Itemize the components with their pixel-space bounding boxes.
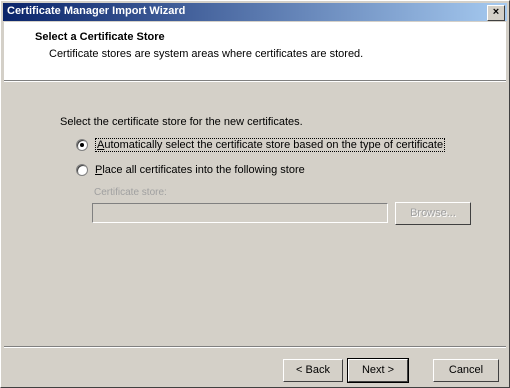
radio-unchecked-icon[interactable] [76,164,88,176]
page-description: Certificate stores are system areas wher… [49,48,364,60]
close-icon: × [492,6,500,18]
footer-divider [4,346,506,348]
title-bar[interactable]: Certificate Manager Import Wizard × [3,3,507,21]
next-button[interactable]: Next > [347,358,409,383]
option-text: utomatically select the certificate stor… [104,139,444,151]
certificate-store-label: Certificate store: [94,187,167,198]
cancel-button[interactable]: Cancel [433,359,499,382]
auto-select-store-label: Automatically select the certificate sto… [95,138,446,152]
back-button[interactable]: < Back [283,359,343,382]
place-in-store-label: Place all certificates into the followin… [95,164,305,176]
back-button-label: < Back [296,364,330,376]
place-in-store-radio[interactable]: Place all certificates into the followin… [76,164,305,176]
certificate-store-field [92,203,388,223]
browse-button: Browse... [395,202,471,225]
radio-checked-icon[interactable] [76,139,88,151]
auto-select-store-radio[interactable]: Automatically select the certificate sto… [76,138,446,152]
wizard-header: Select a Certificate Store Certificate s… [4,22,506,80]
option-text: lace all certificates into the following… [102,164,305,176]
cancel-button-label: Cancel [448,364,484,376]
instruction-text: Select the certificate store for the new… [60,116,303,128]
next-button-label: Next > [361,364,395,376]
window-title: Certificate Manager Import Wizard [7,5,186,17]
wizard-window: Certificate Manager Import Wizard × Sele… [0,0,510,388]
close-button[interactable]: × [487,5,505,21]
page-title: Select a Certificate Store [35,31,165,43]
header-divider [4,80,506,82]
